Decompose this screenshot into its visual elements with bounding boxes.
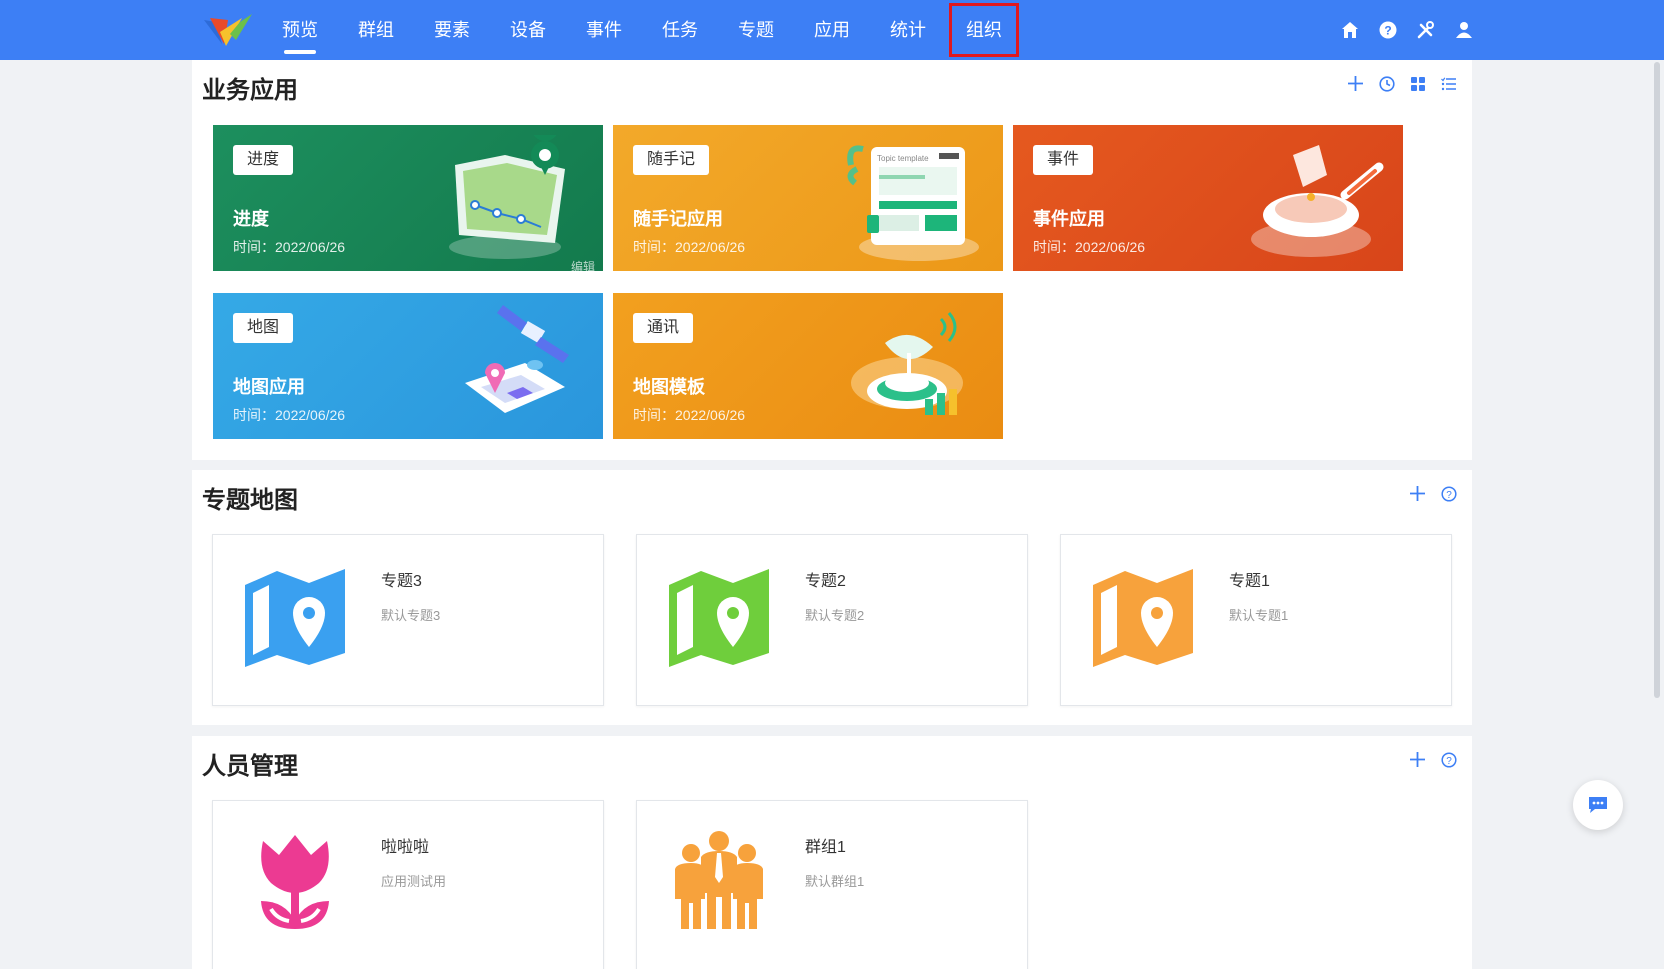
- card-tag: 地图: [233, 313, 294, 343]
- topic-card-3[interactable]: 专题3 默认专题3: [212, 534, 604, 706]
- satellite-map-illustration: [465, 305, 569, 413]
- section-toolbar: ?: [1408, 484, 1458, 503]
- nav-item-events[interactable]: 事件: [566, 0, 642, 60]
- card-time: 时间：2022/06/26: [233, 407, 346, 423]
- card-time: 时间：2022/06/26: [1033, 239, 1146, 255]
- nav-icon-group: ?: [1340, 18, 1474, 42]
- section-toolbar: ?: [1408, 750, 1458, 769]
- user-icon[interactable]: [1454, 18, 1474, 42]
- grid-icon[interactable]: [1408, 74, 1427, 93]
- chat-icon: [1589, 797, 1607, 813]
- group-icon: [675, 831, 763, 929]
- topic-maps-section: 专题地图 ? 专题3 默认专题3 专题2 默认专题2 专题1 默认专题1: [192, 470, 1472, 725]
- card-title: 专题2: [805, 573, 846, 590]
- app-card-events[interactable]: 事件 事件应用 时间：2022/06/26: [1013, 125, 1403, 271]
- svg-text:?: ?: [1446, 490, 1452, 501]
- people-management-section: 人员管理 ? 啦啦啦 应用测试用 群组1 默认群组1: [192, 736, 1472, 969]
- card-name: 进度: [233, 209, 269, 229]
- app-card-map[interactable]: 地图 地图应用 时间：2022/06/26: [213, 293, 603, 439]
- card-name: 事件应用: [1033, 209, 1105, 229]
- card-title: 专题3: [381, 573, 422, 590]
- nav-item-devices[interactable]: 设备: [490, 0, 566, 60]
- nav-item-preview[interactable]: 预览: [262, 0, 338, 60]
- folded-map-icon: [245, 569, 345, 667]
- nav-item-groups[interactable]: 群组: [338, 0, 414, 60]
- page-scrollbar[interactable]: [1654, 62, 1660, 698]
- events-illustration: [1251, 145, 1384, 257]
- app-card-progress[interactable]: 进度 进度 时间：2022/06/26 编辑: [213, 125, 603, 271]
- card-name: 地图应用: [233, 377, 305, 397]
- help-icon[interactable]: ?: [1439, 750, 1458, 769]
- svg-text:?: ?: [1384, 24, 1391, 38]
- list-icon[interactable]: [1439, 74, 1458, 93]
- section-toolbar: [1346, 74, 1458, 93]
- nav-item-stats[interactable]: 统计: [870, 0, 946, 60]
- help-icon[interactable]: ?: [1439, 484, 1458, 503]
- nav-item-features[interactable]: 要素: [414, 0, 490, 60]
- svg-text:?: ?: [1446, 756, 1452, 767]
- map-progress-illustration: [449, 135, 565, 259]
- card-tag: 随手记: [633, 145, 710, 175]
- nav-item-organization[interactable]: 组织: [946, 0, 1022, 60]
- card-description: 默认专题1: [1229, 608, 1289, 623]
- people-card-group1[interactable]: 群组1 默认群组1: [636, 800, 1028, 969]
- card-time: 时间：2022/06/26: [233, 239, 346, 255]
- home-icon[interactable]: [1340, 18, 1360, 42]
- card-description: 默认专题3: [381, 608, 441, 623]
- help-icon[interactable]: ?: [1378, 18, 1398, 42]
- folded-map-icon: [669, 569, 769, 667]
- people-card-lalala[interactable]: 啦啦啦 应用测试用: [212, 800, 604, 969]
- card-time: 时间：2022/06/26: [633, 239, 746, 255]
- folded-map-icon: [1093, 569, 1193, 667]
- chat-button[interactable]: [1573, 780, 1623, 830]
- app-card-comm[interactable]: 通讯 地图模板 时间：2022/06/26: [613, 293, 1003, 439]
- topic-card-1[interactable]: 专题1 默认专题1: [1060, 534, 1452, 706]
- card-tag: 事件: [1033, 145, 1094, 175]
- card-description: 默认群组1: [805, 874, 865, 889]
- section-title: 业务应用: [202, 77, 298, 104]
- tulip-icon: [261, 835, 329, 929]
- card-tag: 进度: [233, 145, 294, 175]
- card-description: 应用测试用: [381, 874, 447, 889]
- plus-icon[interactable]: [1346, 74, 1365, 93]
- card-title: 群组1: [805, 839, 846, 856]
- section-title: 人员管理: [202, 753, 298, 780]
- card-title: 啦啦啦: [381, 839, 430, 856]
- business-apps-section: 业务应用 进度 进度 时间：2022/06/26 编辑 随手记 随手记应用 时间…: [192, 60, 1472, 460]
- topic-card-2[interactable]: 专题2 默认专题2: [636, 534, 1028, 706]
- section-title: 专题地图: [202, 487, 298, 514]
- nav-item-topics[interactable]: 专题: [718, 0, 794, 60]
- top-navbar: 预览 群组 要素 设备 事件 任务 专题 应用 统计 组织 ?: [0, 0, 1664, 60]
- plus-icon[interactable]: [1408, 484, 1427, 503]
- tools-icon[interactable]: [1416, 18, 1436, 42]
- app-card-notes[interactable]: 随手记 随手记应用 时间：2022/06/26 Topic template: [613, 125, 1003, 271]
- antenna-illustration: [851, 312, 963, 415]
- nav-item-tasks[interactable]: 任务: [642, 0, 718, 60]
- card-name: 随手记应用: [633, 209, 723, 229]
- notes-illustration: Topic template: [847, 145, 979, 261]
- card-description: 默认专题2: [805, 608, 865, 623]
- plus-icon[interactable]: [1408, 750, 1427, 769]
- clock-icon[interactable]: [1377, 74, 1396, 93]
- card-name: 地图模板: [633, 377, 705, 397]
- main-nav: 预览 群组 要素 设备 事件 任务 专题 应用 统计 组织: [262, 0, 1022, 60]
- card-tag: 通讯: [633, 313, 694, 343]
- topic-template-label: Topic template: [877, 154, 929, 163]
- logo-icon[interactable]: [202, 12, 254, 48]
- card-time: 时间：2022/06/26: [633, 407, 746, 423]
- card-title: 专题1: [1229, 573, 1270, 590]
- nav-item-apps[interactable]: 应用: [794, 0, 870, 60]
